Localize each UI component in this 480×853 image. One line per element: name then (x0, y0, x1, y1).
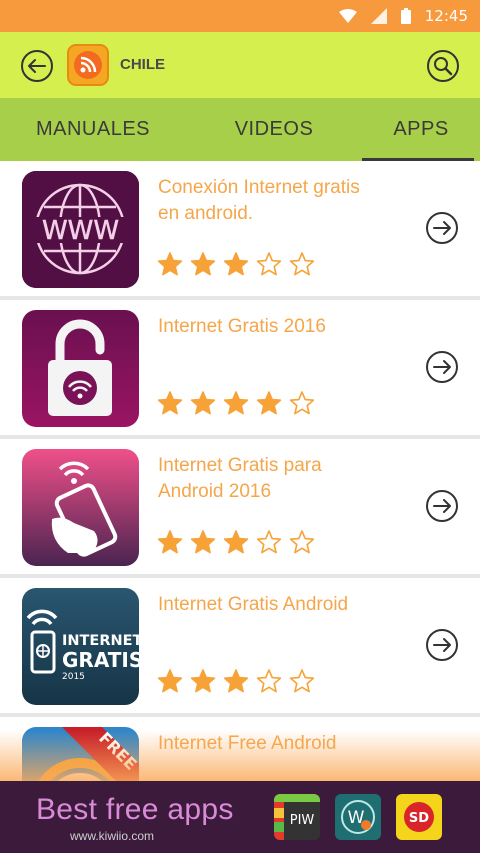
star-empty-icon (289, 530, 315, 554)
sd-app-icon: SD (396, 794, 442, 840)
star-empty-icon (289, 391, 315, 415)
star-filled-icon (223, 530, 249, 554)
icon-text-line2: GRATIS (62, 648, 139, 672)
open-arrow-icon[interactable] (425, 628, 459, 662)
star-empty-icon (256, 252, 282, 276)
www-globe-icon: WWW (22, 171, 139, 288)
free-ribbon-icon: FREE (22, 727, 139, 781)
list-item[interactable]: INTERNET GRATIS 2015 Internet Gratis And… (0, 578, 480, 717)
open-arrow-icon[interactable] (425, 489, 459, 523)
star-filled-icon (223, 252, 249, 276)
tab-label: MANUALES (35, 118, 151, 140)
star-filled-icon (157, 669, 183, 693)
rating-stars (157, 529, 315, 555)
tab-videos[interactable]: VIDEOS (186, 98, 362, 161)
toolbar: CHILE (0, 32, 480, 98)
search-icon[interactable] (426, 49, 460, 83)
star-filled-icon (190, 669, 216, 693)
ad-banner[interactable]: Best free apps www.kiwiio.com PIW W SD (0, 781, 480, 853)
app-title: Internet Gratis 2016 (158, 316, 326, 337)
app-thumbnail: WWW (22, 171, 139, 288)
open-arrow-icon[interactable] (425, 211, 459, 245)
star-empty-icon (256, 530, 282, 554)
app-title: Conexión Internet gratis en android. (158, 177, 360, 224)
list-item[interactable]: Internet Gratis para Android 2016 (0, 439, 480, 578)
app-thumbnail (22, 449, 139, 566)
ad-app-label: PIW (290, 813, 315, 828)
star-filled-icon (157, 391, 183, 415)
star-filled-icon (157, 252, 183, 276)
rating-stars (157, 390, 315, 416)
apps-list: WWW Conexión Internet gratis en android. (0, 161, 480, 781)
list-item[interactable]: Internet Gratis 2016 (0, 300, 480, 439)
star-filled-icon (190, 391, 216, 415)
list-item[interactable]: WWW Conexión Internet gratis en android. (0, 161, 480, 300)
star-filled-icon (157, 530, 183, 554)
ad-app-w[interactable]: W (335, 794, 381, 840)
country-label: CHILE (120, 56, 165, 73)
signal-status-icon (370, 8, 387, 24)
app-logo (67, 44, 109, 86)
app-thumbnail (22, 310, 139, 427)
w-app-icon: W (335, 794, 381, 840)
ad-title: Best free apps (36, 793, 234, 826)
app-thumbnail: INTERNET GRATIS 2015 (22, 588, 139, 705)
piw-app-icon: PIW (274, 794, 320, 840)
star-filled-icon (190, 252, 216, 276)
rating-stars (157, 668, 315, 694)
back-arrow-icon[interactable] (20, 49, 54, 83)
icon-text-line1: INTERNET (62, 633, 139, 649)
tab-label: APPS (393, 118, 449, 140)
wifi-status-icon (338, 9, 357, 23)
star-empty-icon (289, 669, 315, 693)
status-icons: 12:45 (338, 0, 468, 32)
star-filled-icon (190, 530, 216, 554)
star-filled-icon (256, 391, 282, 415)
list-item[interactable]: FREE Internet Free Android (0, 717, 480, 781)
status-time: 12:45 (424, 7, 468, 25)
star-filled-icon (223, 391, 249, 415)
svg-text:WWW: WWW (42, 216, 119, 246)
app-title: Internet Gratis para Android 2016 (158, 455, 322, 502)
star-filled-icon (223, 669, 249, 693)
hand-phone-wifi-icon (22, 449, 139, 566)
icon-text-line3: 2015 (62, 672, 85, 682)
internet-gratis-2015-icon: INTERNET GRATIS 2015 (22, 588, 139, 705)
app-thumbnail: FREE (22, 727, 139, 781)
ad-app-piw[interactable]: PIW (274, 794, 320, 840)
star-empty-icon (256, 669, 282, 693)
wifi-padlock-icon (22, 310, 139, 427)
tab-bar: MANUALES VIDEOS APPS (0, 98, 480, 161)
star-empty-icon (289, 252, 315, 276)
tab-apps[interactable]: APPS (362, 98, 480, 161)
tab-manuales[interactable]: MANUALES (0, 98, 186, 161)
battery-status-icon (400, 8, 411, 24)
rating-stars (157, 251, 315, 277)
open-arrow-icon[interactable] (425, 350, 459, 384)
tab-label: VIDEOS (234, 118, 314, 140)
status-bar: 12:45 (0, 0, 480, 32)
rss-logo-icon (74, 51, 102, 79)
app-title: Internet Free Android (158, 733, 337, 754)
app-title: Internet Gratis Android (158, 594, 349, 615)
ad-url: www.kiwiio.com (70, 829, 155, 843)
ad-app-sd[interactable]: SD (396, 794, 442, 840)
ad-app-label: SD (409, 811, 429, 826)
